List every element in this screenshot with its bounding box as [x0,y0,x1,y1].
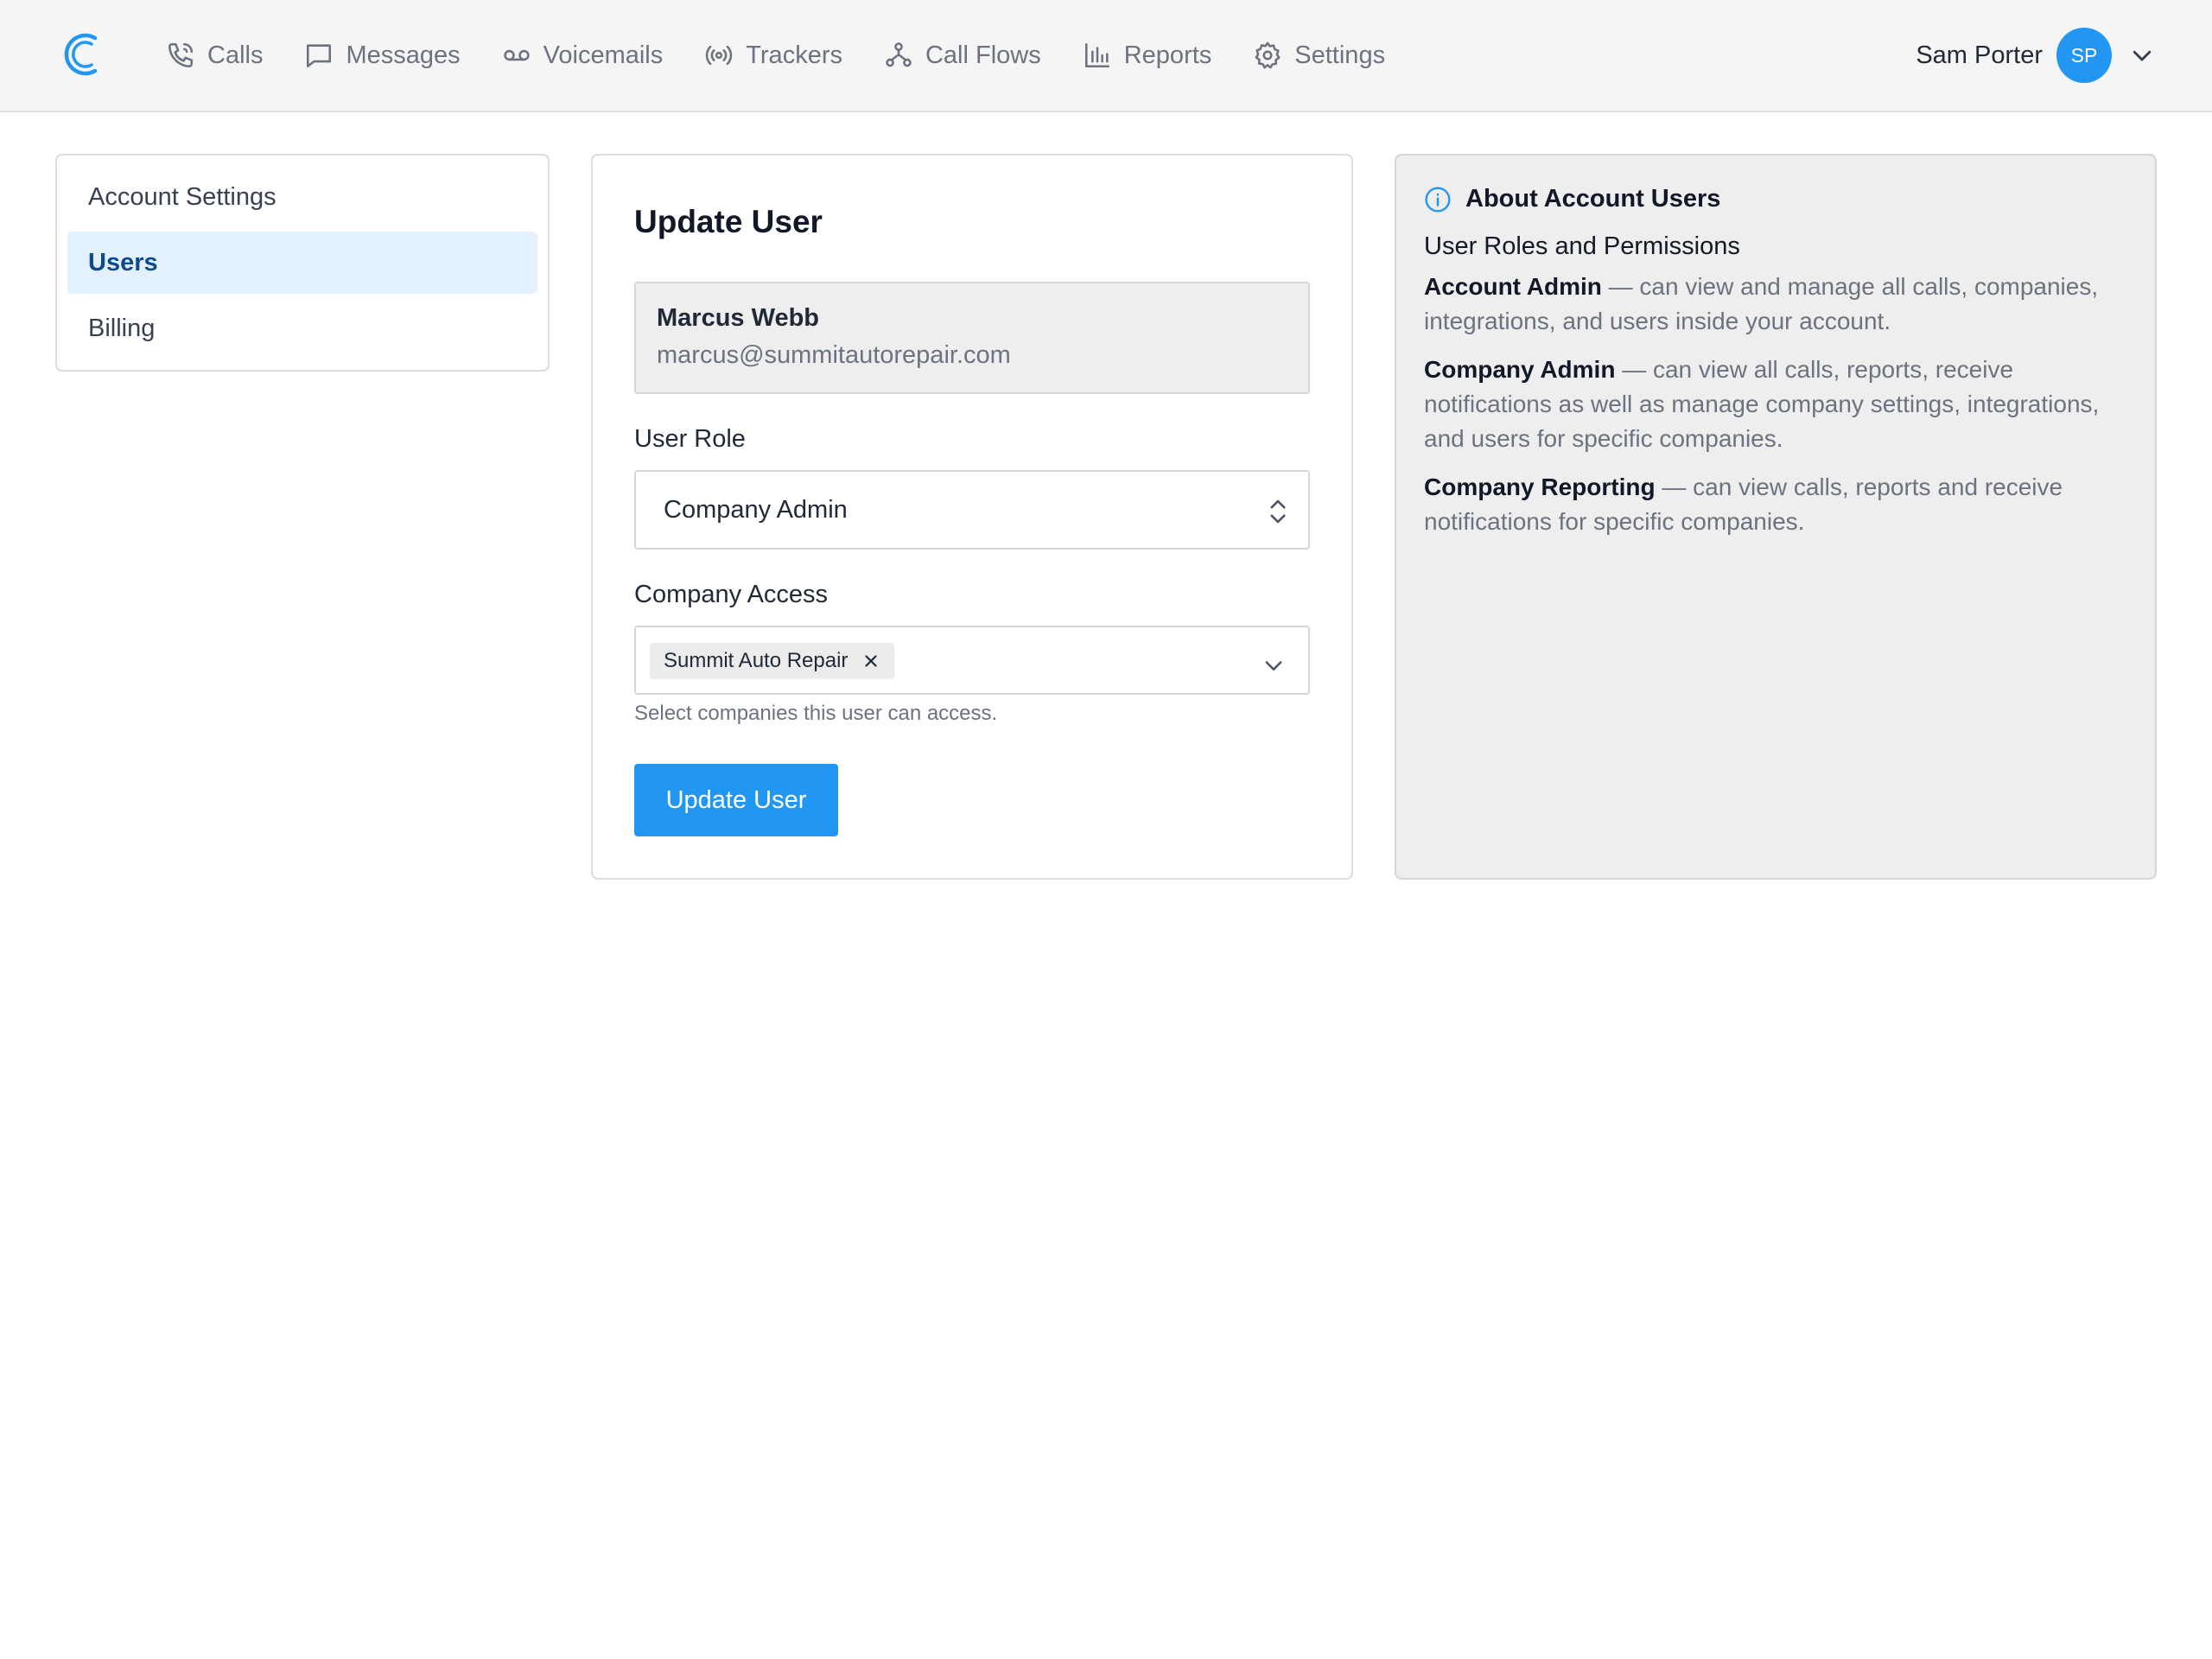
selected-user-box: Marcus Webb marcus@summitautorepair.com [634,282,1310,394]
nav-trackers-label: Trackers [746,41,842,69]
user-role-value: Company Admin [664,496,848,524]
company-chip: Summit Auto Repair [650,643,895,679]
nav-reports-label: Reports [1123,41,1212,69]
voicemail-icon [503,49,530,61]
info-icon [1425,186,1451,213]
nav-messages-label: Messages [346,41,461,69]
user-menu[interactable]: Sam Porter SP [1916,27,2155,84]
page-title: Update User [634,204,823,239]
selected-user-email: marcus@summitautorepair.com [657,341,1011,369]
nav-calls-label: Calls [207,41,264,69]
update-user-button[interactable]: Update User [634,764,838,836]
info-title: About Account Users [1465,185,1721,213]
sidebar-item-account-settings[interactable]: Account Settings [67,166,537,228]
close-icon[interactable] [861,652,880,671]
role-description: Company Admin — can view all calls, repo… [1424,353,2127,456]
nav-trackers[interactable]: Trackers [704,29,842,81]
info-subtitle: User Roles and Permissions [1424,232,1740,260]
bar-chart-icon [1084,42,1109,68]
role-name: Company Reporting [1424,474,1656,500]
phone-icon [168,42,194,68]
about-users-panel: About Account Users User Roles and Permi… [1395,154,2157,880]
sidebar-item-users[interactable]: Users [67,232,537,294]
nav-calls[interactable]: Calls [166,29,263,81]
company-access-label: Company Access [634,581,829,608]
sidebar-item-billing[interactable]: Billing [67,297,537,359]
app-logo-icon[interactable] [60,29,104,79]
user-name: Sam Porter [1916,41,2043,69]
avatar[interactable]: SP [2056,28,2112,83]
nav-voicemails-label: Voicemails [543,41,664,69]
nav-settings-label: Settings [1294,41,1386,69]
company-chip-label: Summit Auto Repair [664,649,849,672]
settings-sidebar: Account Settings Users Billing [55,154,550,372]
role-name: Company Admin [1424,356,1616,383]
chevron-down-icon[interactable] [1262,653,1286,677]
top-nav-bar: Calls Messages Voicemails Trackers Call … [0,0,2212,112]
chevron-down-icon[interactable] [2129,42,2155,68]
update-user-card: Update User Marcus Webb marcus@summitaut… [591,154,1353,880]
nav-messages[interactable]: Messages [304,29,461,81]
message-icon [307,44,332,68]
info-header: About Account Users [1424,185,2127,213]
select-updown-icon [1270,499,1286,524]
selected-user-name: Marcus Webb [657,304,820,332]
company-access-multiselect[interactable]: Summit Auto Repair [634,626,1310,695]
nav-call-flows-label: Call Flows [925,41,1041,69]
broadcast-icon [706,45,733,66]
role-description: Account Admin — can view and manage all … [1424,270,2127,339]
gear-icon [1255,41,1281,69]
company-access-help: Select companies this user can access. [634,702,998,725]
nav-settings[interactable]: Settings [1253,29,1385,81]
nav-voicemails[interactable]: Voicemails [502,29,664,81]
user-role-select[interactable]: Company Admin [634,470,1310,550]
nav-reports[interactable]: Reports [1083,29,1212,81]
role-name: Account Admin [1424,273,1602,300]
flow-icon [886,42,912,67]
nav-call-flows[interactable]: Call Flows [884,29,1041,81]
role-description: Company Reporting — can view calls, repo… [1424,470,2127,539]
user-role-label: User Role [634,425,746,453]
main-nav: Calls Messages Voicemails Trackers Call … [166,0,1427,111]
